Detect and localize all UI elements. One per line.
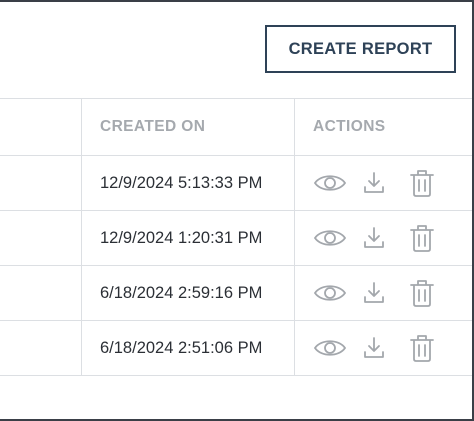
table-header-row: CREATED ON ACTIONS: [0, 99, 472, 156]
column-header-hidden: [0, 99, 82, 155]
created-on-cell: 12/9/2024 1:20:31 PM: [82, 211, 295, 265]
created-on-cell: 6/18/2024 2:51:06 PM: [82, 321, 295, 375]
trash-icon[interactable]: [409, 166, 457, 200]
actions-cell: [295, 211, 472, 265]
table-row: 12/9/2024 5:13:33 PM: [0, 156, 472, 211]
column-header-created-on[interactable]: CREATED ON: [82, 99, 295, 155]
trash-icon[interactable]: [409, 221, 457, 255]
download-icon[interactable]: [361, 166, 409, 200]
row-cell-hidden: [0, 156, 82, 210]
download-icon[interactable]: [361, 276, 409, 310]
table-row: 6/18/2024 2:51:06 PM: [0, 321, 472, 376]
reports-table: CREATED ON ACTIONS 12/9/2024 5:13:33 PM 1…: [0, 98, 472, 421]
created-on-cell: 6/18/2024 2:59:16 PM: [82, 266, 295, 320]
created-on-value: 12/9/2024 5:13:33 PM: [100, 173, 263, 192]
actions-cell: [295, 266, 472, 320]
table-row: 6/18/2024 2:59:16 PM: [0, 266, 472, 321]
created-on-value: 12/9/2024 1:20:31 PM: [100, 228, 263, 247]
table-row: 12/9/2024 1:20:31 PM: [0, 211, 472, 266]
report-panel: CREATE REPORT CREATED ON ACTIONS 12/9/20…: [0, 0, 474, 421]
download-icon[interactable]: [361, 221, 409, 255]
created-on-value: 6/18/2024 2:51:06 PM: [100, 338, 263, 357]
trash-icon[interactable]: [409, 276, 457, 310]
create-report-button[interactable]: CREATE REPORT: [265, 25, 456, 73]
created-on-value: 6/18/2024 2:59:16 PM: [100, 283, 263, 302]
eye-icon[interactable]: [313, 221, 361, 255]
actions-cell: [295, 156, 472, 210]
eye-icon[interactable]: [313, 166, 361, 200]
row-cell-hidden: [0, 211, 82, 265]
download-icon[interactable]: [361, 331, 409, 365]
eye-icon[interactable]: [313, 276, 361, 310]
created-on-cell: 12/9/2024 5:13:33 PM: [82, 156, 295, 210]
column-header-actions: ACTIONS: [313, 118, 386, 135]
actions-cell: [295, 321, 472, 375]
table-empty-space: [0, 376, 472, 421]
eye-icon[interactable]: [313, 331, 361, 365]
trash-icon[interactable]: [409, 331, 457, 365]
row-cell-hidden: [0, 321, 82, 375]
row-cell-hidden: [0, 266, 82, 320]
